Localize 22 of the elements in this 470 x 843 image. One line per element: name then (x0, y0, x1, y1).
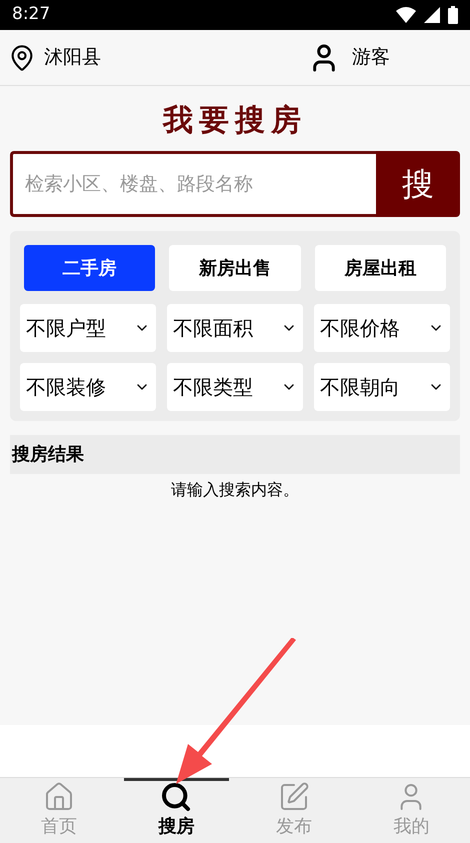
filter-dropdown[interactable]: 不限户型 (20, 304, 156, 352)
filter-dropdown[interactable]: 不限面积 (167, 304, 303, 352)
search-icon (160, 781, 192, 813)
clock: 8:27 (12, 3, 50, 26)
filter-dropdown[interactable]: 不限价格 (314, 304, 450, 352)
battery-icon (448, 6, 458, 24)
wifi-icon (396, 7, 416, 23)
category-tab[interactable]: 房屋出租 (314, 245, 446, 291)
results-heading: 搜房结果 (12, 443, 84, 467)
location-label[interactable]: 沭阳县 (44, 43, 101, 72)
results-message: 请输入搜索内容。 (171, 479, 299, 501)
category-tab[interactable]: 新房出售 (169, 245, 301, 291)
filter-dropdown[interactable]: 不限装修 (20, 363, 156, 411)
nav-tab[interactable]: 搜房 (124, 778, 229, 843)
user-label[interactable]: 游客 (352, 43, 390, 72)
signal-icon (424, 7, 440, 23)
filter-dropdown[interactable]: 不限朝向 (314, 363, 450, 411)
page-title: 我要搜房 (163, 102, 307, 140)
filter-dropdown[interactable]: 不限类型 (167, 363, 303, 411)
category-tab[interactable]: 二手房 (24, 245, 156, 291)
search-field[interactable]: 检索小区、楼盘、路段名称 (10, 151, 376, 217)
search-button[interactable]: 搜 (376, 151, 460, 217)
